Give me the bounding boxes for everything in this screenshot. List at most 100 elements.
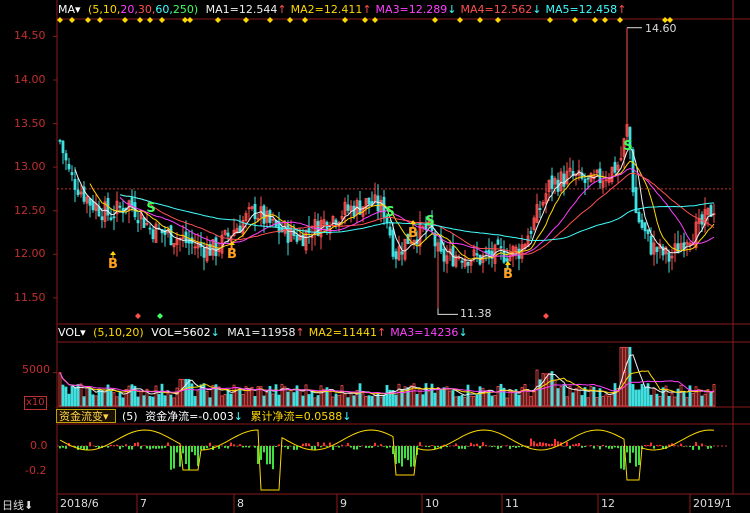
flow-bar xyxy=(404,446,406,459)
volume-bar xyxy=(313,397,317,407)
ma-param: 30, xyxy=(137,3,156,16)
candle-body xyxy=(148,227,152,230)
candle-body xyxy=(505,258,509,262)
flow-bar xyxy=(317,442,319,446)
volume-bar xyxy=(163,395,167,407)
candle-body xyxy=(295,234,299,242)
volume-bar xyxy=(349,392,353,407)
flow-bar xyxy=(386,446,388,449)
price-tick-label: 11.50 xyxy=(14,290,46,304)
candle-body xyxy=(292,230,296,236)
flow-bar xyxy=(383,446,385,447)
download-arrow-icon: ⬇ xyxy=(24,499,34,512)
flow-bar xyxy=(254,446,256,448)
period-tab-label: 日线 xyxy=(2,499,24,512)
flow-bar xyxy=(698,446,700,450)
volume-bar xyxy=(586,397,590,407)
vol-dropdown-icon[interactable]: ▾ xyxy=(80,326,86,339)
event-diamond-icon xyxy=(432,17,438,23)
flow-bar xyxy=(242,446,244,448)
ma-indicator-name[interactable]: MA xyxy=(58,3,75,16)
volume-bar xyxy=(490,395,494,407)
volume-bar xyxy=(238,388,242,407)
vol-indicator-header[interactable]: VOL▾ (5,10,20) VOL=5602↓ MA1=11958↑ MA2=1… xyxy=(58,326,476,340)
flow-bar xyxy=(473,444,475,446)
flow-axis-zero: 0.0 xyxy=(30,439,48,452)
flow-bar xyxy=(428,446,430,448)
flow-bar xyxy=(113,445,115,446)
volume-bar xyxy=(508,390,512,407)
flow-bar xyxy=(380,444,382,446)
volume-bar xyxy=(382,394,386,407)
flow-bar xyxy=(134,442,136,446)
flow-bar xyxy=(224,446,226,448)
volume-bar xyxy=(358,383,362,407)
volume-bar xyxy=(274,384,278,407)
volume-bar xyxy=(415,393,419,407)
volume-bar xyxy=(97,389,101,407)
arrow-down-icon: ↓ xyxy=(458,326,468,339)
flow-bar xyxy=(518,446,520,448)
volume-bar xyxy=(229,393,233,407)
flow-bar xyxy=(512,446,514,447)
flow-bar xyxy=(152,446,154,449)
volume-bar xyxy=(169,394,173,407)
flow-bar xyxy=(710,446,712,449)
candle-body xyxy=(73,179,77,190)
volume-bar xyxy=(463,396,467,407)
flow-bar xyxy=(494,446,496,447)
flow-bar xyxy=(659,444,661,446)
period-tab[interactable]: 日线⬇ xyxy=(2,497,33,513)
flow-bar xyxy=(437,446,439,448)
ma-dropdown-icon[interactable]: ▾ xyxy=(75,3,81,16)
volume-bar xyxy=(343,393,347,407)
flow-bar xyxy=(248,446,250,448)
flow-bar xyxy=(446,446,448,448)
volume-bar xyxy=(67,393,71,407)
fund-flow-dropdown[interactable]: 资金流变▾ xyxy=(56,409,116,423)
flow-bar xyxy=(260,446,262,460)
volume-bar xyxy=(271,393,275,407)
candle-body xyxy=(109,217,113,220)
price-tick-label: 12.00 xyxy=(14,247,46,261)
volume-bar xyxy=(466,384,470,407)
ma-indicator-header[interactable]: MA▾ (5,10,20,30,60,250) MA1=12.544↑ MA2=1… xyxy=(58,3,634,17)
volume-bar xyxy=(688,385,692,407)
fund-cum-arrow-icon: ↓ xyxy=(342,410,352,423)
candle-body xyxy=(649,235,653,255)
ma-value: MA1=12.544 xyxy=(205,3,278,16)
flow-cumulative-line xyxy=(59,429,715,491)
flow-bar xyxy=(614,446,616,448)
volume-bar xyxy=(640,383,644,407)
arrow-up-icon: ↑ xyxy=(277,3,287,16)
volume-bar xyxy=(652,388,656,407)
volume-bar xyxy=(589,385,593,407)
volume-bar xyxy=(115,396,119,407)
flow-bar xyxy=(278,444,280,446)
flow-bar xyxy=(89,442,91,446)
flow-bar xyxy=(467,446,469,447)
flow-bar xyxy=(491,446,493,448)
volume-bar xyxy=(457,395,461,407)
ma-value: MA2=12.411 xyxy=(290,3,363,16)
vol-indicator-name[interactable]: VOL xyxy=(58,326,80,339)
fund-net-arrow-icon: ↓ xyxy=(233,410,243,423)
volume-bar xyxy=(100,389,104,407)
flow-bar xyxy=(323,442,325,446)
candle-body xyxy=(286,224,290,243)
flow-bar xyxy=(401,446,403,467)
flow-bar xyxy=(551,443,553,446)
arrow-down-icon: ↓ xyxy=(532,3,542,16)
flow-bar xyxy=(263,446,265,453)
volume-bar xyxy=(187,378,191,407)
flow-bar xyxy=(245,446,247,448)
candle-body xyxy=(391,229,395,257)
high-price-label: 14.60 xyxy=(645,22,677,35)
volume-bar xyxy=(136,396,140,407)
ma-param: 60, xyxy=(155,3,173,16)
flow-bar xyxy=(140,446,142,449)
flow-bar xyxy=(701,443,703,446)
candle-body xyxy=(643,222,647,232)
volume-bar xyxy=(601,395,605,407)
flow-bar xyxy=(266,446,268,465)
